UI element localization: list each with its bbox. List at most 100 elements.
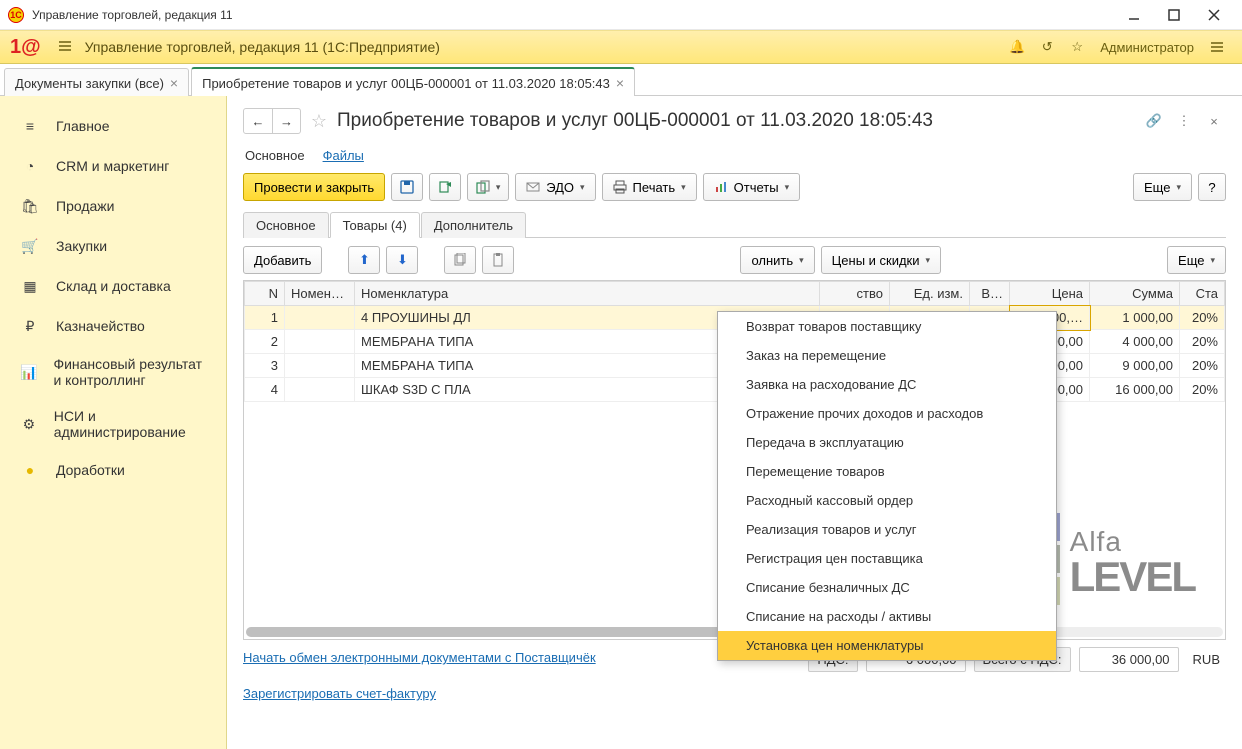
grid-cell[interactable]: 1 [245,306,285,330]
link-icon[interactable]: 🔗 [1142,113,1166,129]
dropdown-item[interactable]: Перемещение товаров [718,457,1056,486]
close-icon[interactable]: × [170,75,178,91]
nav-back-button[interactable]: ← [244,109,272,133]
header-title: Управление торговлей, редакция 11 (1С:Пр… [85,39,440,55]
grid-cell[interactable]: 1 000,00 [1090,306,1180,330]
section-tab-main[interactable]: Основное [243,212,329,238]
kebab-icon[interactable]: ⋮ [1172,113,1196,129]
prices-discounts-button[interactable]: Цены и скидки▾ [821,246,941,274]
grid-cell[interactable]: 16 000,00 [1090,378,1180,402]
star-icon[interactable]: ☆ [1062,32,1092,62]
grid-column-header[interactable]: Сумма [1090,282,1180,306]
dropdown-item[interactable]: Регистрация цен поставщика [718,544,1056,573]
sidebar-item-crm[interactable]: ◔CRM и маркетинг [0,146,226,186]
app-tab[interactable]: Документы закупки (все) × [4,68,189,96]
sidebar-item-custom[interactable]: ●Доработки [0,450,226,490]
sidebar-item-main[interactable]: ≡Главное [0,106,226,146]
post-button[interactable] [429,173,461,201]
app-tab-label: Документы закупки (все) [15,76,164,91]
grid-column-header[interactable]: ство [820,282,890,306]
window-close-button[interactable] [1194,1,1234,29]
section-tab-extra[interactable]: Дополнитель [421,212,526,238]
grid-cell[interactable]: 20% [1180,330,1225,354]
history-icon[interactable]: ↺ [1032,32,1062,62]
nav-forward-button[interactable]: → [272,109,300,133]
edo-button[interactable]: ЭДО▾ [515,173,595,201]
dropdown-item[interactable]: Отражение прочих доходов и расходов [718,399,1056,428]
dropdown-item[interactable]: Заявка на расходование ДС [718,370,1056,399]
grid-cell[interactable]: 9 000,00 [1090,354,1180,378]
move-down-button[interactable]: ⬇ [386,246,418,274]
paste-button[interactable] [482,246,514,274]
print-button[interactable]: Печать▾ [602,173,697,201]
panel-menu-icon[interactable] [1202,32,1232,62]
register-invoice-link[interactable]: Зарегистрировать счет-фактуру [243,686,1226,701]
dropdown-item[interactable]: Передача в эксплуатацию [718,428,1056,457]
dropdown-item[interactable]: Расходный кассовый ордер [718,486,1056,515]
fill-button[interactable]: олнить▾ [740,246,814,274]
section-tabs: Основное Товары (4) Дополнитель [243,211,1226,238]
bell-icon[interactable]: 🔔 [1002,32,1032,62]
hamburger-icon[interactable] [51,39,79,56]
close-doc-icon[interactable]: × [1202,114,1226,129]
create-based-button[interactable]: ▾ [467,173,509,201]
sidebar-item-treasury[interactable]: ₽Казначейство [0,306,226,346]
save-button[interactable] [391,173,423,201]
grid-cell[interactable]: 4 [245,378,285,402]
window-titlebar: 1C Управление торговлей, редакция 11 [0,0,1242,30]
grid-cell[interactable]: 20% [1180,306,1225,330]
dropdown-item[interactable]: Возврат товаров поставщику [718,312,1056,341]
sidebar-item-warehouse[interactable]: ▦Склад и доставка [0,266,226,306]
dropdown-item[interactable]: Списание безналичных ДС [718,573,1056,602]
circle-icon: ● [20,460,40,480]
grid-cell[interactable]: 20% [1180,378,1225,402]
grid-cell[interactable] [285,330,355,354]
move-up-button[interactable]: ⬆ [348,246,380,274]
close-icon[interactable]: × [616,75,624,91]
gear-icon: ⚙ [20,414,38,434]
ruble-icon: ₽ [20,316,40,336]
help-button[interactable]: ? [1198,173,1226,201]
nav-box: ← → [243,108,301,134]
section-tab-goods[interactable]: Товары (4) [330,212,420,238]
app-tab[interactable]: Приобретение товаров и услуг 00ЦБ-000001… [191,67,635,96]
grid-cell[interactable]: 20% [1180,354,1225,378]
grid-column-header[interactable]: Ед. изм. [890,282,970,306]
grid-column-header[interactable]: Номенклатура [355,282,820,306]
grid-column-header[interactable]: Ста [1180,282,1225,306]
copy-button[interactable] [444,246,476,274]
dropdown-item[interactable]: Списание на расходы / активы [718,602,1056,631]
dropdown-item[interactable]: Заказ на перемещение [718,341,1056,370]
subtab-main[interactable]: Основное [245,148,305,163]
dropdown-item[interactable]: Установка цен номенклатуры [718,631,1056,660]
grid-column-header[interactable]: Номен… [285,282,355,306]
sidebar-item-finance[interactable]: 📊Финансовый результат и контроллинг [0,346,226,398]
favorite-star-icon[interactable]: ☆ [307,111,331,132]
window-maximize-button[interactable] [1154,1,1194,29]
more-button[interactable]: Еще▾ [1133,173,1192,201]
sidebar-item-settings[interactable]: ⚙НСИ и администрирование [0,398,226,450]
header-user[interactable]: Администратор [1092,40,1202,55]
bag-icon: 🛍 [20,196,40,216]
reports-button[interactable]: Отчеты▾ [703,173,800,201]
currency: RUB [1187,648,1226,671]
grid-cell[interactable] [285,378,355,402]
grid-cell[interactable]: 2 [245,330,285,354]
dropdown-item[interactable]: Реализация товаров и услуг [718,515,1056,544]
sidebar-item-sales[interactable]: 🛍Продажи [0,186,226,226]
grid-column-header[interactable]: В… [970,282,1010,306]
grid-cell[interactable]: 3 [245,354,285,378]
add-row-button[interactable]: Добавить [243,246,322,274]
table-more-button[interactable]: Еще▾ [1167,246,1226,274]
window-minimize-button[interactable] [1114,1,1154,29]
grid-cell[interactable] [285,354,355,378]
grid-cell[interactable]: 4 000,00 [1090,330,1180,354]
app-logo-icon: 1@ [10,36,41,59]
sidebar-item-purchases[interactable]: 🛒Закупки [0,226,226,266]
grid-cell[interactable] [285,306,355,330]
main-header: 1@ Управление торговлей, редакция 11 (1С… [0,30,1242,64]
grid-column-header[interactable]: Цена [1010,282,1090,306]
grid-column-header[interactable]: N [245,282,285,306]
post-and-close-button[interactable]: Провести и закрыть [243,173,385,201]
subtab-files[interactable]: Файлы [323,148,364,163]
